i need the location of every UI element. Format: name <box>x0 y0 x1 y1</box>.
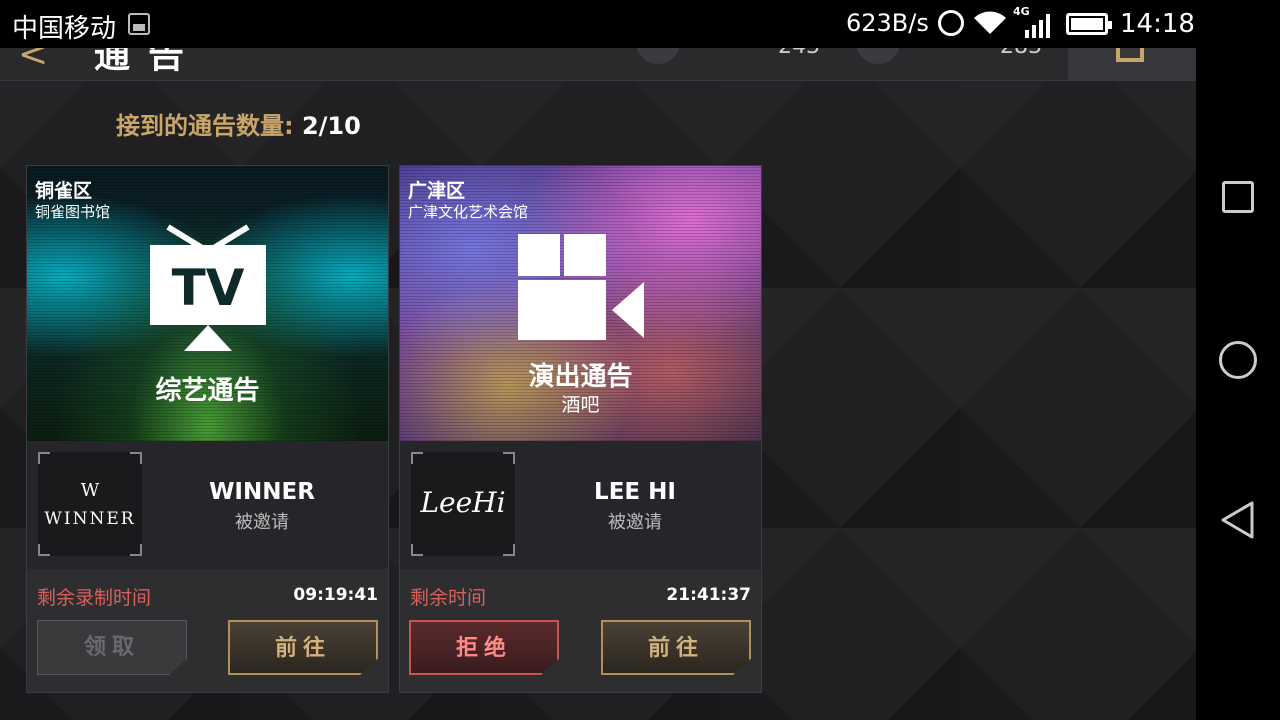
notice-card-variety: 铜雀区 铜雀图书馆 TV 综艺通告 W WINNER WINNER 被邀请 剩余… <box>26 165 389 693</box>
go-button[interactable]: 前往 <box>601 620 751 675</box>
notice-banner[interactable]: 铜雀区 铜雀图书馆 TV 综艺通告 <box>27 166 388 441</box>
wifi-icon <box>974 11 1006 34</box>
card-actions: 剩余时间 21:41:37 拒绝 前往 <box>400 569 761 692</box>
remaining-time-value: 21:41:37 <box>666 585 751 605</box>
notice-type: 演出通告 <box>528 362 633 392</box>
leehi-logo-icon: LeeHi <box>419 486 505 519</box>
back-button[interactable]: < <box>18 48 48 75</box>
remaining-time-value: 09:19:41 <box>293 585 378 605</box>
venue-label: 铜雀图书馆 <box>35 203 111 221</box>
video-camera-icon <box>517 234 644 340</box>
notice-card-performance: 广津区 广津文化艺术会馆 演出通告 酒吧 LeeHi LEE HI 被邀请 剩余… <box>399 165 762 693</box>
artist-status: 被邀请 <box>235 512 289 533</box>
artist-row: LeeHi LEE HI 被邀请 <box>400 441 761 569</box>
reject-button[interactable]: 拒绝 <box>409 620 559 675</box>
claim-button[interactable]: 领取 <box>37 620 187 675</box>
venue-label: 广津文化艺术会馆 <box>408 203 529 221</box>
svg-text:TV: TV <box>171 259 244 317</box>
notice-type: 综艺通告 <box>155 376 260 406</box>
resource-2-icon <box>856 48 900 64</box>
notice-count: 接到的通告数量: 2/10 <box>116 106 361 141</box>
district-label: 铜雀区 <box>35 180 93 202</box>
card-actions: 剩余录制时间 09:19:41 领取 前往 <box>27 569 388 692</box>
notice-count-label: 接到的通告数量: <box>116 112 294 140</box>
resource-2-value: 283 <box>1000 48 1042 59</box>
svg-text:LeeHi: LeeHi <box>419 486 505 519</box>
status-time: 14:18 <box>1120 9 1195 39</box>
artist-status: 被邀请 <box>608 512 662 533</box>
status-bar: 中国移动 623B/s 4G 14:18 <box>0 0 1196 48</box>
artist-name: LEE HI <box>594 479 676 505</box>
notices-screen: < 通告 243 283 接到的通告数量: 2/10 铜雀区 铜雀图书馆 TV … <box>0 48 1196 720</box>
shop-icon <box>1116 48 1144 62</box>
network-speed: 623B/s <box>846 9 929 37</box>
home-button[interactable] <box>1219 341 1257 379</box>
tv-icon: TV <box>149 224 266 351</box>
remaining-time-label: 剩余时间 <box>410 587 487 609</box>
resource-1-icon <box>636 48 680 64</box>
district-label: 广津区 <box>408 180 466 202</box>
page-title: 通告 <box>94 48 203 76</box>
alarm-icon <box>938 10 964 36</box>
remaining-time-label: 剩余录制时间 <box>37 587 152 609</box>
notice-banner[interactable]: 广津区 广津文化艺术会馆 演出通告 酒吧 <box>400 166 761 441</box>
artist-name: WINNER <box>209 479 315 505</box>
artist-row: W WINNER WINNER 被邀请 <box>27 441 388 569</box>
navigation-bar <box>1196 0 1280 720</box>
signal-strength-icon <box>1025 14 1050 38</box>
go-button[interactable]: 前往 <box>228 620 378 675</box>
back-triangle-icon[interactable] <box>1218 500 1258 540</box>
recents-button[interactable] <box>1222 181 1254 213</box>
artist-logo: LeeHi <box>411 452 515 556</box>
svg-text:WINNER: WINNER <box>44 509 135 529</box>
svg-text:W: W <box>81 480 100 501</box>
notice-subtype: 酒吧 <box>561 394 600 416</box>
battery-icon <box>1066 13 1112 35</box>
winner-logo-icon: W WINNER <box>44 480 135 529</box>
resource-1-value: 243 <box>778 48 820 59</box>
carrier-name: 中国移动 <box>12 14 117 44</box>
gallery-notification-icon <box>128 13 150 35</box>
notice-count-value: 2/10 <box>301 112 361 140</box>
top-bar: < 通告 243 283 <box>0 48 1196 81</box>
shop-button[interactable] <box>1068 48 1196 80</box>
artist-logo: W WINNER <box>38 452 142 556</box>
